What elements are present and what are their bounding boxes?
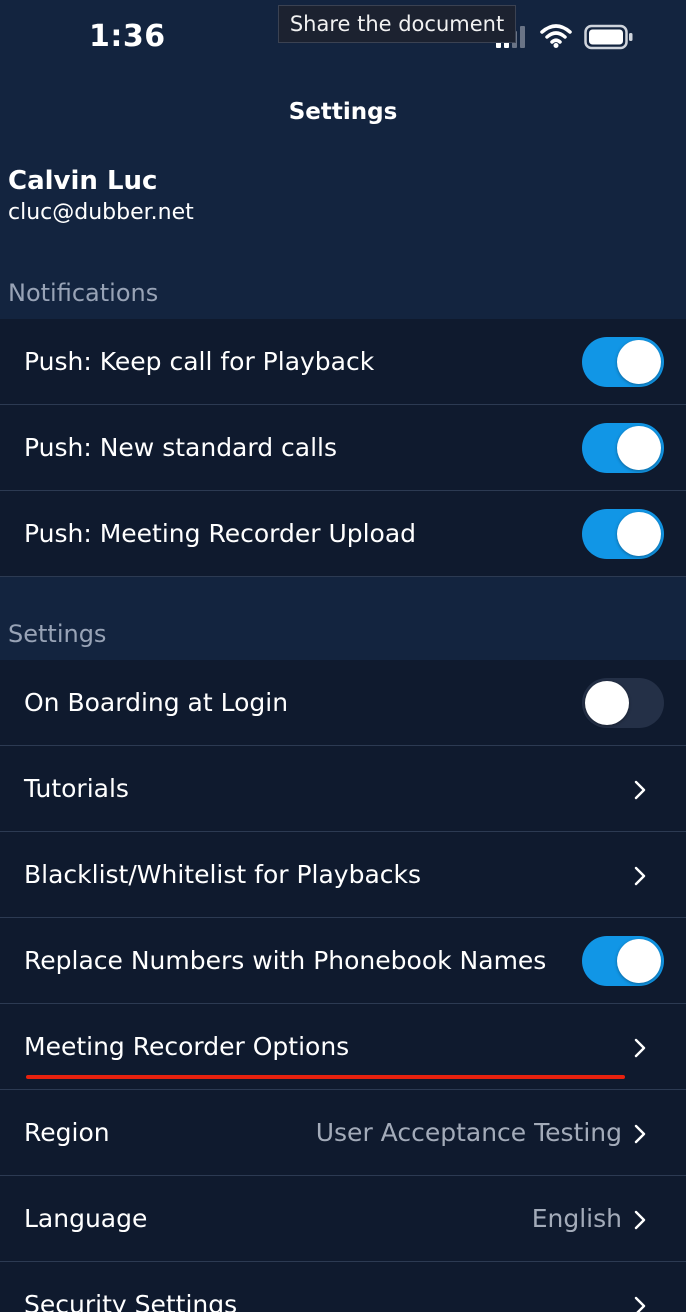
status-bar: 1:36 Share the document — [0, 0, 686, 74]
chevron-right-icon — [634, 1210, 646, 1230]
chevron-right-icon — [634, 1038, 646, 1058]
row-label: Push: New standard calls — [24, 433, 338, 462]
region-value: User Acceptance Testing — [315, 1118, 622, 1147]
wifi-icon — [540, 24, 572, 48]
new-standard-calls-toggle[interactable] — [582, 423, 664, 473]
row-label: Language — [24, 1204, 148, 1233]
keep-call-toggle[interactable] — [582, 337, 664, 387]
profile-name: Calvin Luc — [8, 166, 158, 196]
settings-row-blacklist[interactable]: Blacklist/Whitelist for Playbacks — [0, 832, 686, 918]
onboarding-toggle[interactable] — [582, 678, 664, 728]
row-label: Push: Keep call for Playback — [24, 347, 375, 376]
settings-row-tutorials[interactable]: Tutorials — [0, 746, 686, 832]
toggle-knob — [617, 939, 661, 983]
row-label: Tutorials — [24, 774, 129, 803]
notifications-group: Push: Keep call for Playback Push: New s… — [0, 319, 686, 577]
toggle-knob — [617, 340, 661, 384]
row-label: Replace Numbers with Phonebook Names — [24, 946, 547, 975]
page-title: Settings — [288, 99, 398, 125]
notification-row-meeting-upload: Push: Meeting Recorder Upload — [0, 491, 686, 577]
toggle-knob — [617, 512, 661, 556]
settings-row-onboarding: On Boarding at Login — [0, 660, 686, 746]
settings-section-header: Settings — [8, 620, 107, 648]
status-time: 1:36 — [89, 19, 166, 54]
settings-row-phonebook-names: Replace Numbers with Phonebook Names — [0, 918, 686, 1004]
row-label: Region — [24, 1118, 110, 1147]
notification-row-keep-call: Push: Keep call for Playback — [0, 319, 686, 405]
chevron-right-icon — [634, 1296, 646, 1312]
notification-row-new-calls: Push: New standard calls — [0, 405, 686, 491]
profile-email: cluc@dubber.net — [8, 200, 194, 225]
toggle-knob — [617, 426, 661, 470]
battery-icon — [584, 24, 633, 50]
settings-screen: 1:36 Share the document Settings Calvin … — [0, 0, 686, 1312]
chevron-right-icon — [634, 1124, 646, 1144]
chevron-right-icon — [634, 780, 646, 800]
settings-group: On Boarding at Login Tutorials Blacklist… — [0, 660, 686, 1312]
notifications-section-header: Notifications — [8, 279, 159, 307]
row-label: Push: Meeting Recorder Upload — [24, 519, 417, 548]
toggle-knob — [585, 681, 629, 725]
highlight-underline — [26, 1075, 625, 1079]
phonebook-names-toggle[interactable] — [582, 936, 664, 986]
chevron-right-icon — [634, 866, 646, 886]
row-label: On Boarding at Login — [24, 688, 289, 717]
settings-row-language[interactable]: Language English — [0, 1176, 686, 1262]
meeting-recorder-upload-toggle[interactable] — [582, 509, 664, 559]
settings-row-region[interactable]: Region User Acceptance Testing — [0, 1090, 686, 1176]
share-tooltip: Share the document — [278, 5, 516, 43]
row-label: Blacklist/Whitelist for Playbacks — [24, 860, 422, 889]
row-label: Security Settings — [24, 1290, 238, 1312]
language-value: English — [531, 1204, 622, 1233]
settings-row-security[interactable]: Security Settings — [0, 1262, 686, 1312]
